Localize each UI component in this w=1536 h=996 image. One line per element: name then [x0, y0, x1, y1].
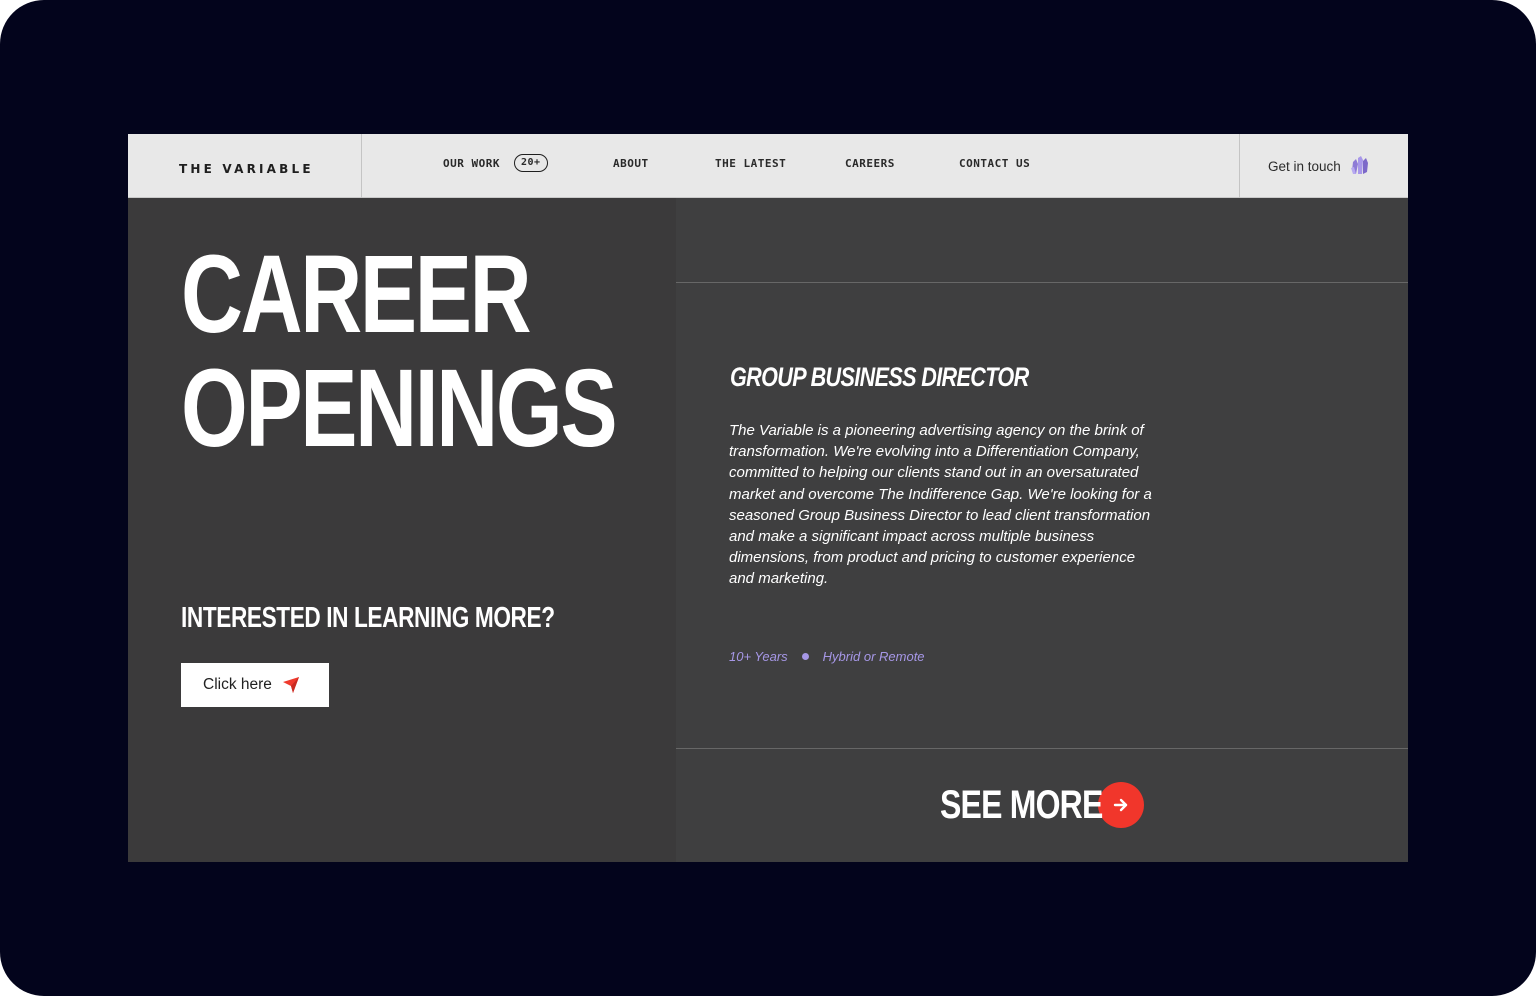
nav-about[interactable]: ABOUT: [613, 134, 649, 195]
work-count-badge: 20+: [513, 154, 548, 172]
browser-frame: THE VARIABLE OUR WORK 20+ ABOUT THE LATE…: [0, 0, 1536, 996]
page-title-line-2: OPENINGS: [181, 347, 618, 470]
get-in-touch-label: Get in touch: [1268, 158, 1341, 174]
click-here-button[interactable]: Click here: [181, 663, 329, 707]
nav-contact-us[interactable]: CONTACT US: [959, 134, 1030, 195]
right-pane: GROUP BUSINESS DIRECTOR The Variable is …: [676, 198, 1408, 862]
arrow-right-icon[interactable]: [1098, 782, 1144, 828]
page-title: CAREER OPENINGS: [181, 238, 618, 466]
get-in-touch-button[interactable]: Get in touch: [1239, 134, 1408, 198]
job-description: The Variable is a pioneering advertising…: [729, 422, 1152, 588]
separator-dot-icon: [801, 653, 809, 660]
job-experience: 10+ Years: [729, 649, 788, 664]
page-title-line-1: CAREER: [181, 233, 532, 356]
click-here-label: Click here: [203, 676, 272, 693]
job-title[interactable]: GROUP BUSINESS DIRECTOR: [730, 362, 1029, 393]
job-meta: 10+ Years Hybrid or Remote: [729, 649, 925, 664]
nav-careers[interactable]: CAREERS: [845, 134, 895, 195]
divider-bottom: [676, 748, 1408, 749]
careers-page: THE VARIABLE OUR WORK 20+ ABOUT THE LATE…: [128, 134, 1408, 862]
left-pane: CAREER OPENINGS INTERESTED IN LEARNING M…: [128, 198, 676, 862]
nav-the-latest[interactable]: THE LATEST: [715, 134, 786, 195]
job-location: Hybrid or Remote: [822, 649, 925, 664]
logo[interactable]: THE VARIABLE: [179, 162, 314, 176]
see-more-link[interactable]: SEE MORE: [940, 782, 1144, 828]
nav-our-work-label: OUR WORK: [443, 156, 500, 170]
see-more-label: SEE MORE: [940, 782, 1103, 827]
nav-our-work[interactable]: OUR WORK 20+: [443, 134, 548, 195]
logo-cell: THE VARIABLE: [128, 134, 362, 198]
paper-plane-icon: [282, 676, 300, 694]
learn-more-heading: INTERESTED IN LEARNING MORE?: [181, 602, 555, 634]
crystal-icon: [1349, 155, 1371, 177]
divider-top: [676, 282, 1408, 283]
top-nav: THE VARIABLE OUR WORK 20+ ABOUT THE LATE…: [128, 134, 1408, 198]
